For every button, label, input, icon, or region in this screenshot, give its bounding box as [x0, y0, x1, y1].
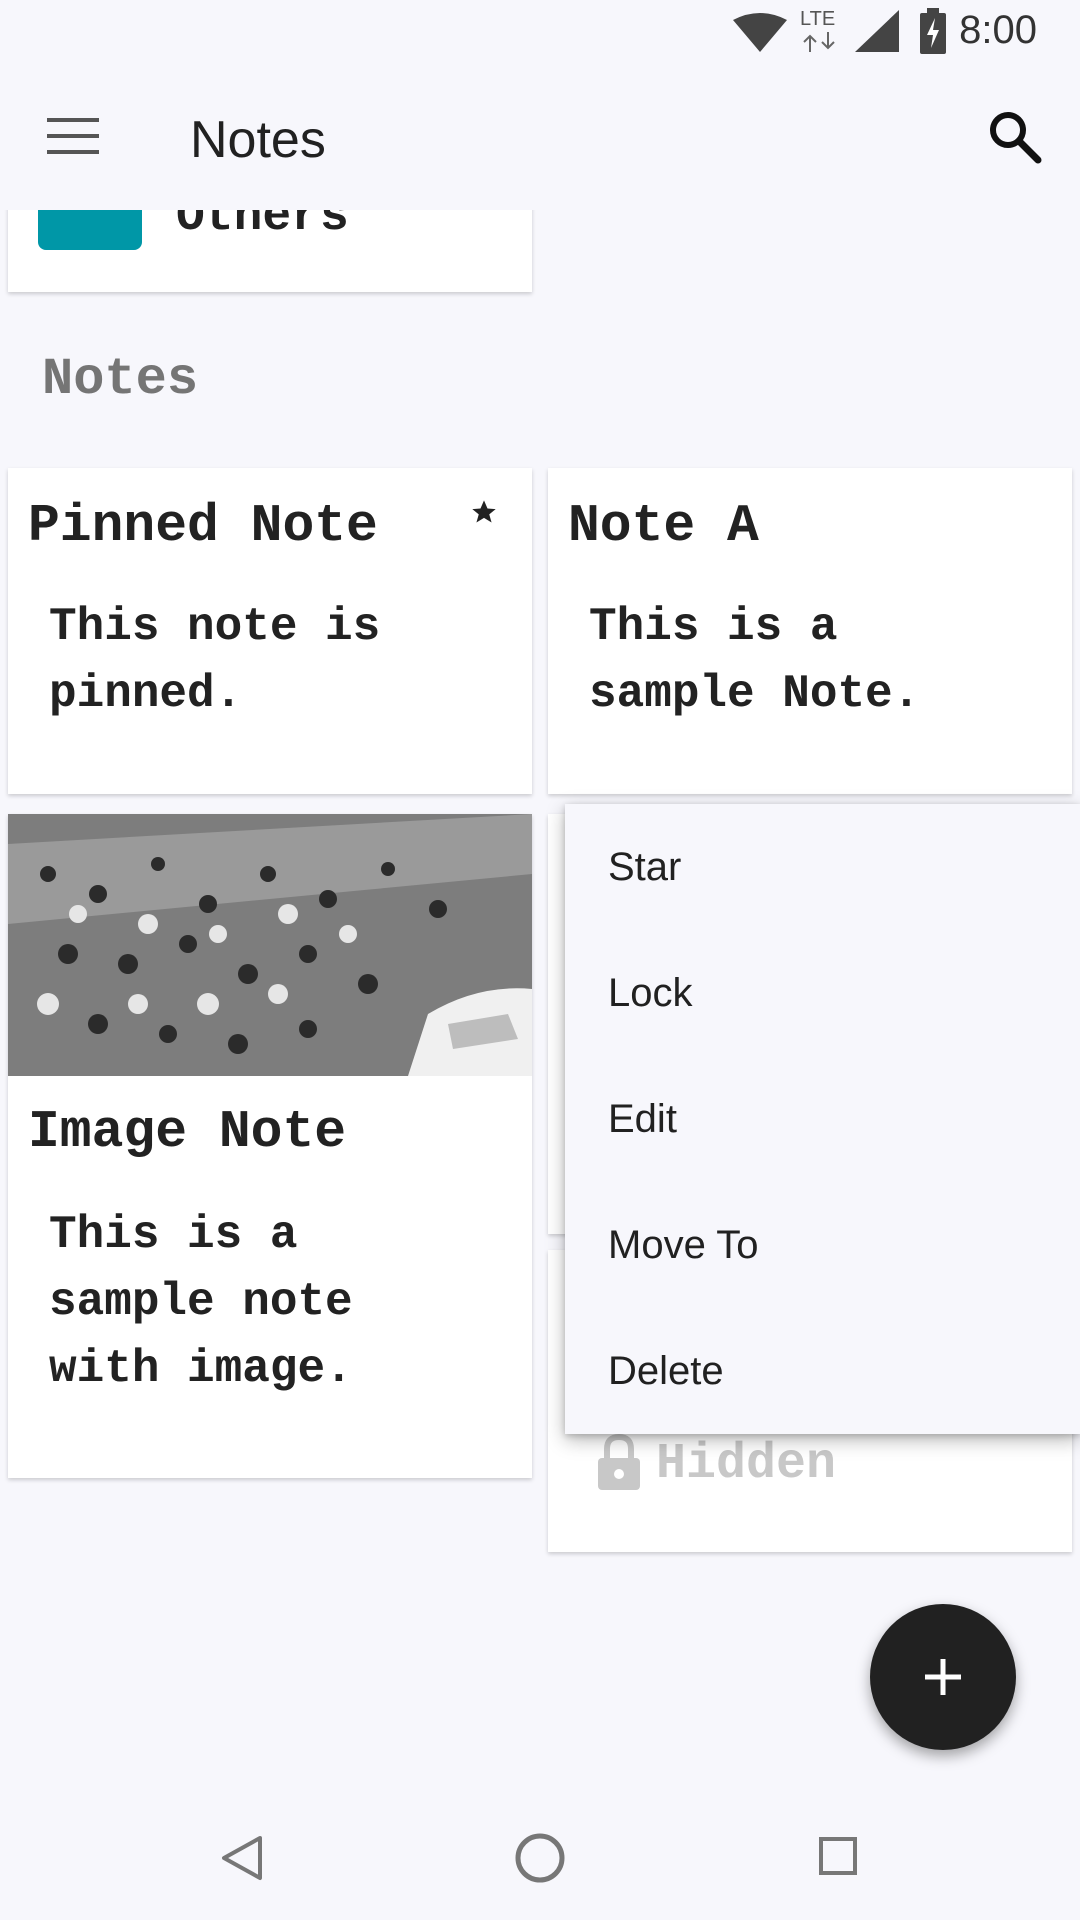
note-title: Pinned Note — [28, 496, 378, 556]
menu-item-lock[interactable]: Lock — [565, 930, 1080, 1056]
note-image — [8, 814, 532, 1076]
section-title: Notes — [42, 350, 199, 409]
folder-label: Others — [176, 210, 349, 244]
folder-color-swatch — [38, 210, 142, 250]
battery-charging-icon — [920, 8, 946, 54]
note-body: This note is pinned. — [49, 601, 381, 720]
hamburger-menu-icon[interactable] — [47, 116, 99, 156]
recents-icon[interactable] — [818, 1836, 858, 1876]
back-icon[interactable] — [220, 1834, 264, 1882]
app-bar: Notes — [0, 64, 1080, 210]
system-nav-bar — [0, 1770, 1080, 1920]
data-arrows-icon — [803, 32, 835, 52]
menu-item-edit[interactable]: Edit — [565, 1056, 1080, 1182]
menu-item-move-to[interactable]: Move To — [565, 1182, 1080, 1308]
note-title: Note A — [568, 496, 759, 556]
status-time: 8:00 — [959, 8, 1037, 52]
note-card-note-a[interactable]: Note A This is a sample Note. — [548, 468, 1072, 794]
note-body: This is a sample Note. — [589, 601, 921, 720]
star-icon — [472, 500, 496, 523]
note-title: Image Note — [28, 1102, 347, 1162]
locked-note-label: Hidden — [656, 1436, 837, 1493]
status-bar: LTE 8:00 — [0, 0, 1080, 64]
menu-item-star[interactable]: Star — [565, 804, 1080, 930]
plus-icon — [925, 1659, 961, 1695]
folder-card[interactable]: Others — [8, 210, 532, 292]
page-title: Notes — [190, 111, 326, 169]
cellular-signal-icon — [855, 10, 899, 52]
network-type-label: LTE — [800, 8, 836, 30]
wifi-icon — [733, 13, 787, 52]
lock-icon — [598, 1434, 640, 1490]
note-body: This is a sample note with image. — [49, 1209, 353, 1395]
add-note-button[interactable] — [870, 1604, 1016, 1750]
home-icon[interactable] — [514, 1832, 566, 1884]
search-icon[interactable] — [988, 110, 1042, 164]
menu-item-delete[interactable]: Delete — [565, 1308, 1080, 1434]
note-card-image[interactable]: Image Note This is a sample note with im… — [8, 814, 532, 1478]
context-menu: Star Lock Edit Move To Delete — [565, 804, 1080, 1434]
note-card-pinned[interactable]: Pinned Note This note is pinned. — [8, 468, 532, 794]
